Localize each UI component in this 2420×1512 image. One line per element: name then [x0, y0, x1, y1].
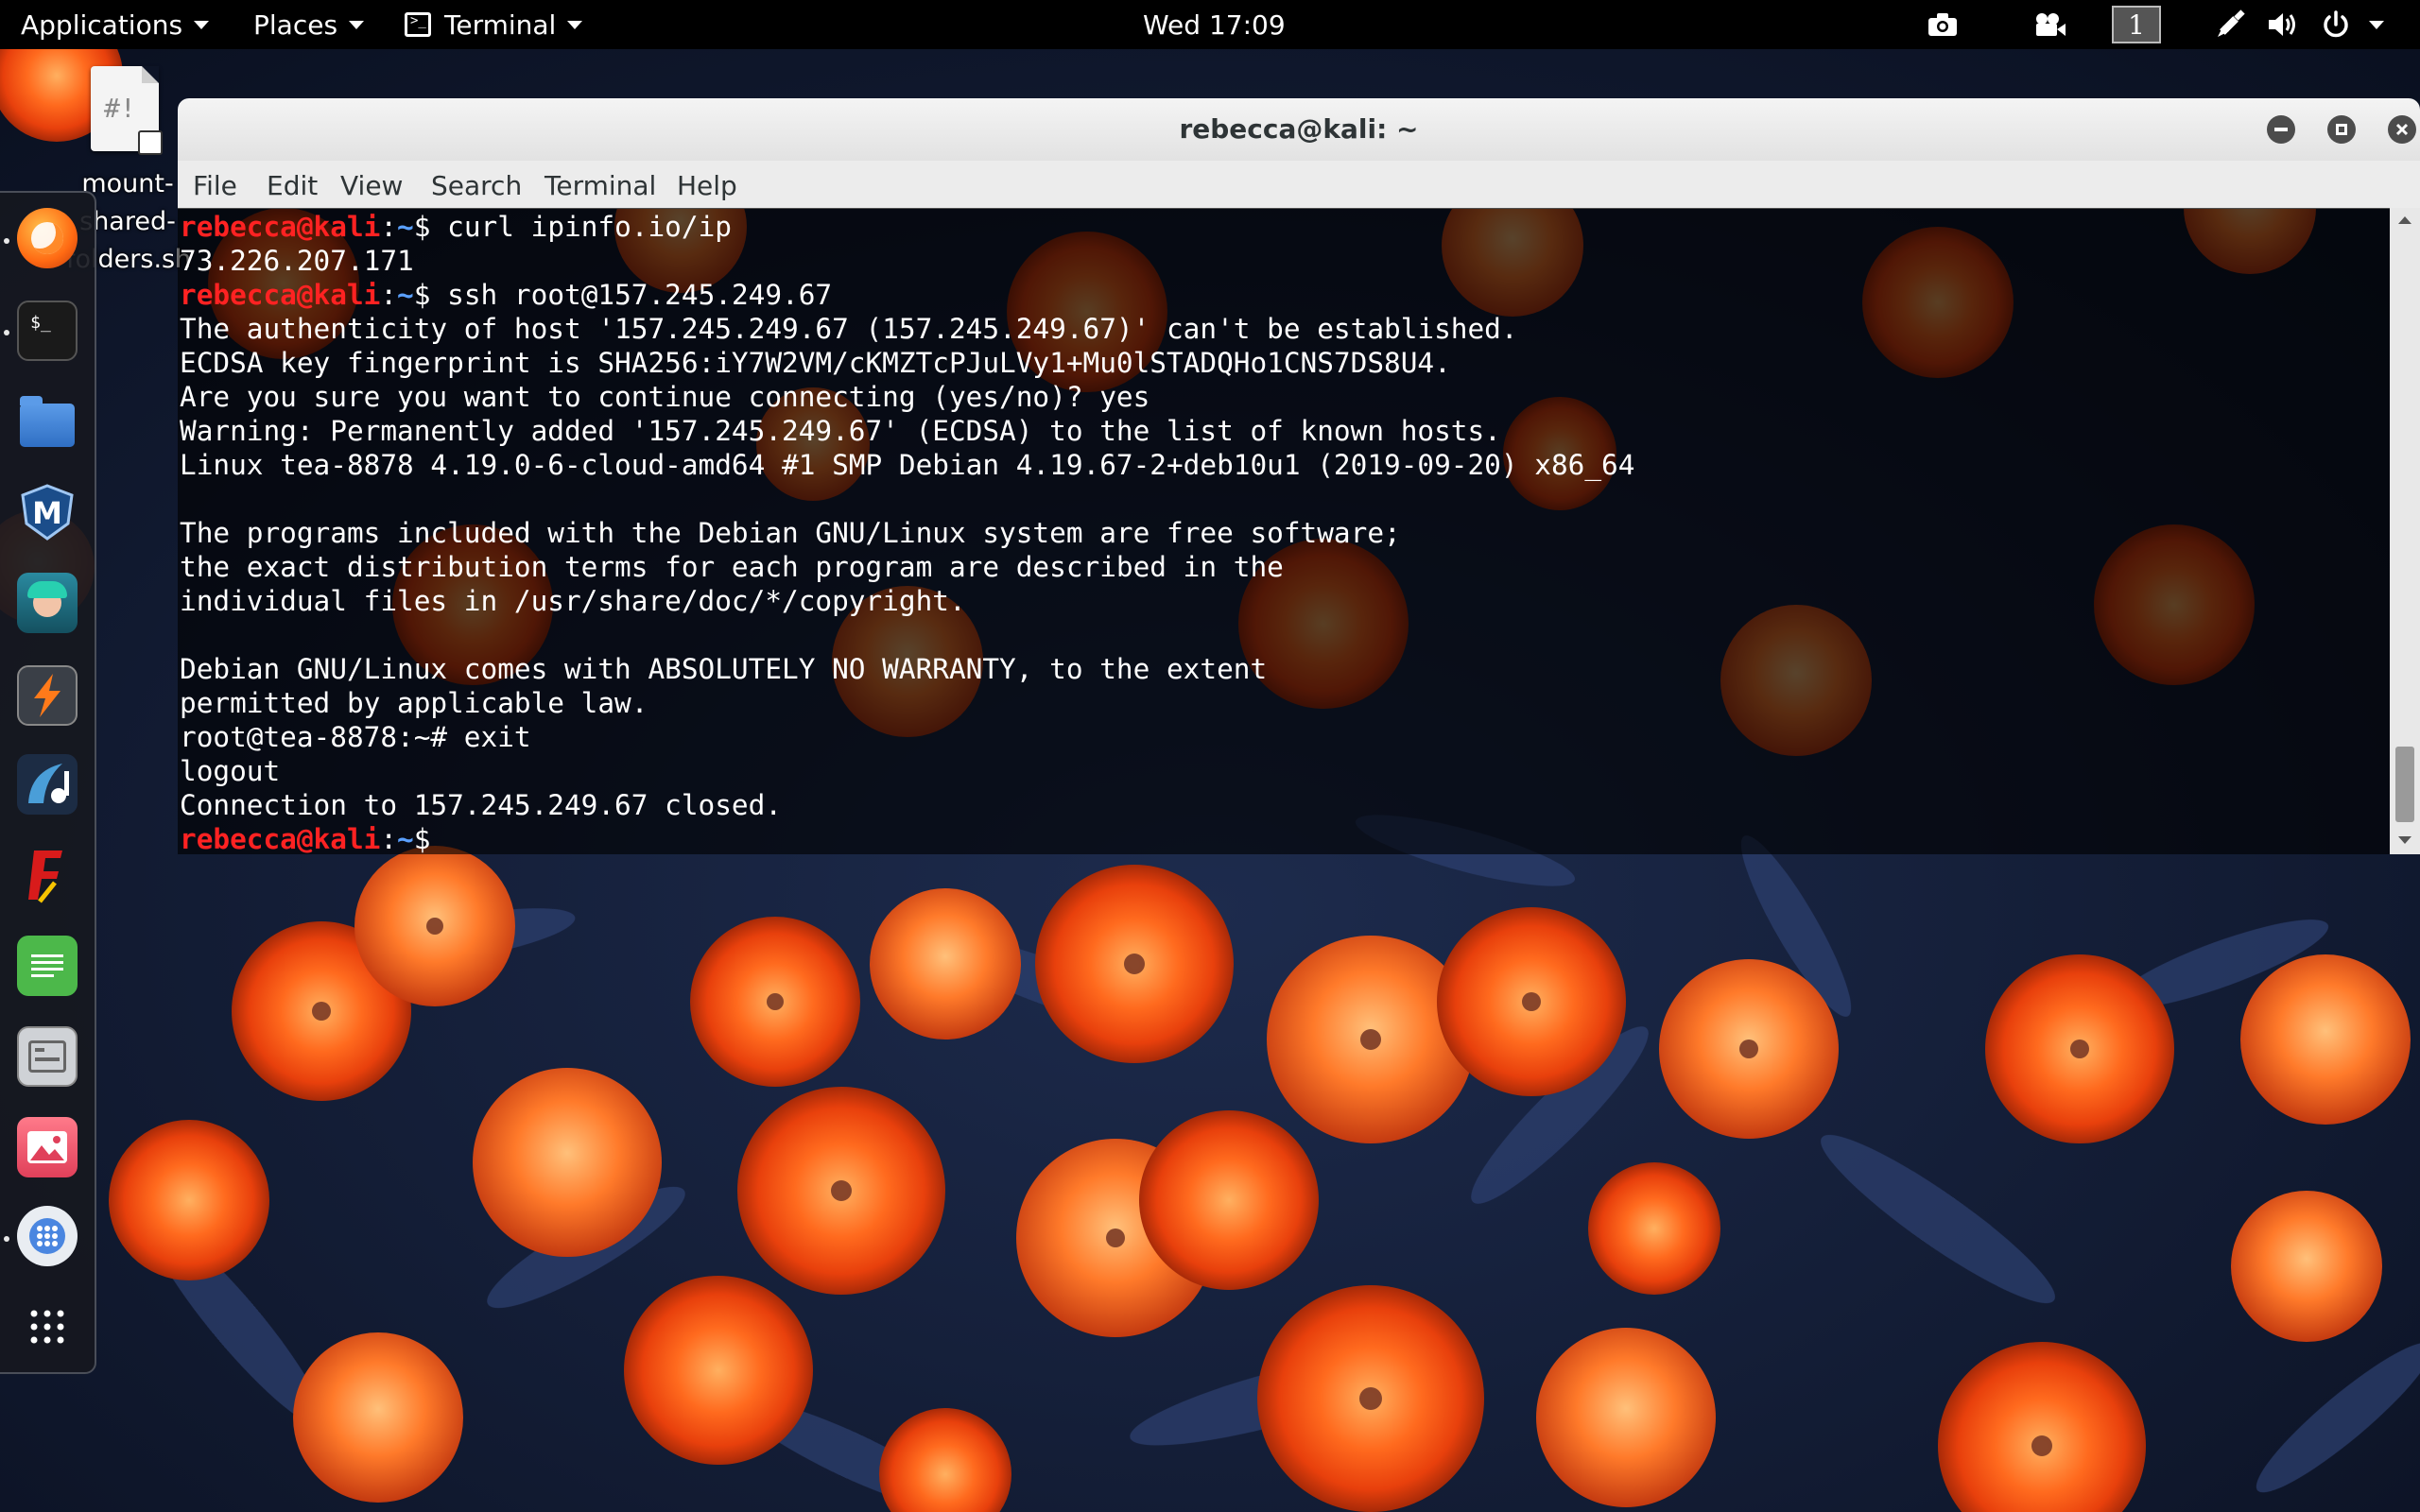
software-icon[interactable]	[17, 1206, 78, 1266]
scroll-down-arrow-icon[interactable]	[2397, 835, 2412, 845]
terminal-line: permitted by applicable law.	[180, 687, 648, 719]
metasploit-icon[interactable]: M	[17, 482, 78, 542]
window-titlebar[interactable]: rebecca@kali: ~	[178, 98, 2420, 162]
terminal-output[interactable]: rebecca@kali:~$ curl ipinfo.io/ip 73.226…	[178, 208, 2390, 854]
scroll-up-arrow-icon[interactable]	[2397, 215, 2412, 225]
clock-label: Wed 17:09	[1143, 9, 1286, 41]
show-applications-icon[interactable]	[17, 1297, 78, 1357]
app-menu-terminal[interactable]: >_ Terminal	[405, 0, 583, 49]
script-file-icon: #!	[91, 66, 163, 155]
applications-menu[interactable]: Applications	[21, 0, 210, 49]
prompt-user: rebecca@kali	[180, 211, 381, 243]
symlink-arrow-icon	[138, 130, 163, 155]
prompt-path: ~	[397, 823, 414, 854]
command-text: curl ipinfo.io/ip	[430, 211, 732, 243]
camera-icon[interactable]	[1927, 9, 1959, 40]
svg-text:M: M	[32, 495, 62, 531]
terminal-line: Are you sure you want to continue connec…	[180, 381, 1150, 413]
script-shebang: #!	[104, 93, 136, 124]
workspace-number: 1	[2128, 9, 2145, 41]
minimize-icon	[2274, 128, 2288, 131]
terminal-line: The authenticity of host '157.245.249.67…	[180, 313, 1518, 345]
maltego-icon[interactable]	[17, 754, 78, 815]
terminal-small-icon: >_	[405, 12, 431, 37]
files-icon[interactable]	[17, 391, 78, 452]
chevron-down-icon[interactable]	[2365, 9, 2388, 40]
prompt-user: rebecca@kali	[180, 823, 381, 854]
menu-edit[interactable]: Edit	[267, 161, 318, 208]
burpsuite-icon[interactable]	[17, 665, 78, 726]
window-title: rebecca@kali: ~	[1179, 113, 1419, 145]
menu-view[interactable]: View	[340, 161, 403, 208]
command-text	[430, 823, 447, 854]
command-text: ssh root@157.245.249.67	[430, 279, 833, 311]
terminal-line: Warning: Permanently added '157.245.249.…	[180, 415, 1501, 447]
prompt-symbol: $	[413, 279, 431, 311]
chevron-down-icon	[349, 20, 365, 29]
image-viewer-icon[interactable]	[17, 1117, 78, 1177]
applications-label: Applications	[21, 9, 183, 41]
prompt-symbol: $	[413, 823, 431, 854]
terminal-window[interactable]: rebecca@kali: ~ File Edit View Search Te…	[178, 98, 2420, 854]
scrollbar-thumb[interactable]	[2395, 747, 2414, 822]
running-indicator	[4, 1236, 9, 1242]
volume-icon[interactable]	[2267, 9, 2299, 40]
terminal-line: root@tea-8878:~# exit	[180, 721, 531, 753]
terminal-line: individual files in /usr/share/doc/*/cop…	[180, 585, 966, 617]
terminal-line: 73.226.207.171	[180, 245, 414, 277]
prompt-path: ~	[397, 211, 414, 243]
maximize-icon	[2336, 124, 2347, 135]
terminal-line: logout	[180, 755, 281, 787]
places-menu[interactable]: Places	[253, 0, 365, 49]
terminal-line: The programs included with the Debian GN…	[180, 517, 1401, 549]
video-icon[interactable]	[2034, 9, 2066, 40]
pen-icon[interactable]	[2214, 9, 2246, 40]
terminal-scrollbar[interactable]	[2390, 208, 2420, 854]
menu-file[interactable]: File	[193, 161, 237, 208]
prompt-user: rebecca@kali	[180, 279, 381, 311]
terminal-text: rebecca@kali:~$ curl ipinfo.io/ip 73.226…	[180, 210, 1634, 854]
places-label: Places	[253, 9, 338, 41]
menu-search[interactable]: Search	[431, 161, 522, 208]
menu-terminal[interactable]: Terminal	[544, 161, 656, 208]
menubar: File Edit View Search Terminal Help	[178, 161, 2420, 209]
prompt-symbol: $	[413, 211, 431, 243]
chevron-down-icon	[567, 20, 583, 29]
running-indicator	[4, 330, 9, 335]
armitage-icon[interactable]	[17, 573, 78, 633]
terminal-line: rebecca@kali:~$	[180, 823, 447, 854]
terminal-line: ECDSA key fingerprint is SHA256:iY7W2VM/…	[180, 347, 1451, 379]
power-icon[interactable]	[2320, 9, 2352, 40]
faraday-icon[interactable]	[17, 845, 78, 905]
menu-help[interactable]: Help	[677, 161, 737, 208]
text-editor-icon[interactable]	[17, 936, 78, 996]
settings-icon[interactable]	[17, 1026, 78, 1087]
prompt-path: ~	[397, 279, 414, 311]
terminal-line: rebecca@kali:~$ curl ipinfo.io/ip	[180, 211, 732, 243]
terminal-app-label: Terminal	[444, 9, 557, 41]
top-panel: Applications Places >_ Terminal Wed 17:0…	[0, 0, 2420, 49]
terminal-line: the exact distribution terms for each pr…	[180, 551, 1284, 583]
terminal-line: Connection to 157.245.249.67 closed.	[180, 789, 783, 821]
chevron-down-icon	[194, 20, 210, 29]
close-button[interactable]	[2388, 115, 2416, 144]
terminal-icon[interactable]: $_	[17, 301, 78, 361]
workspace-indicator[interactable]: 1	[2112, 6, 2161, 43]
maximize-button[interactable]	[2327, 115, 2356, 144]
dash-dock: $_ M	[0, 191, 96, 1374]
terminal-line: Debian GNU/Linux comes with ABSOLUTELY N…	[180, 653, 1268, 685]
close-icon	[2395, 123, 2409, 136]
clock[interactable]: Wed 17:09	[1143, 0, 1286, 49]
terminal-line: rebecca@kali:~$ ssh root@157.245.249.67	[180, 279, 833, 311]
running-indicator	[4, 238, 9, 244]
minimize-button[interactable]	[2267, 115, 2295, 144]
firefox-icon[interactable]	[17, 208, 78, 268]
terminal-line: Linux tea-8878 4.19.0-6-cloud-amd64 #1 S…	[180, 449, 1635, 481]
